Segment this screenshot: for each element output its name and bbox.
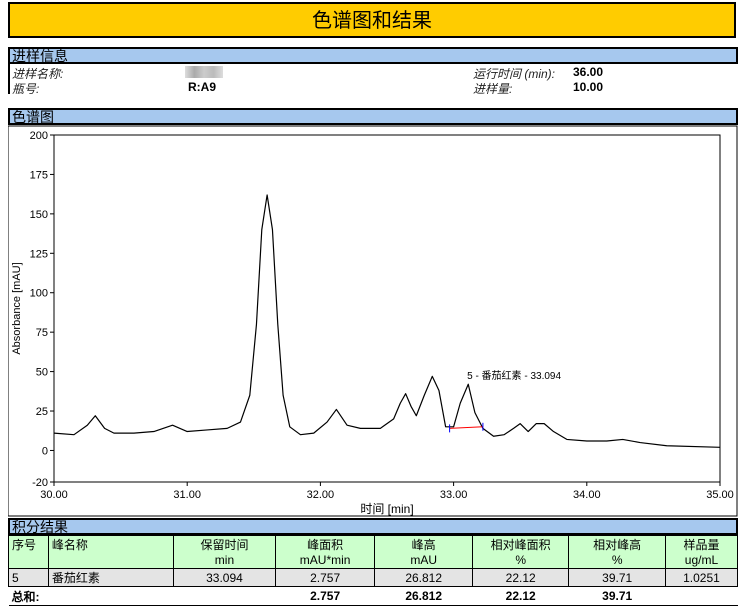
total-cell: 总和: — [8, 586, 49, 606]
table-cell: 39.71 — [568, 568, 666, 587]
chromatogram-header: 色谱图 — [8, 108, 738, 125]
volume-value: 10.00 — [573, 80, 604, 94]
column-header: 峰高 — [374, 535, 473, 553]
y-tick-label: 150 — [30, 209, 48, 221]
table-cell: 22.12 — [471, 568, 570, 587]
column-header: 保留时间 — [173, 535, 276, 553]
x-tick-label: 32.00 — [307, 489, 335, 501]
total-cell: 39.71 — [568, 586, 666, 606]
column-header — [8, 553, 49, 569]
total-cell — [173, 586, 276, 606]
column-header: min — [173, 553, 276, 569]
column-header: 样品量 — [664, 535, 739, 553]
report: 色谱图和结果 进样信息 进样名称: 瓶号: R:A9 运行时间 (min): 3… — [0, 0, 746, 610]
table-cell: 2.757 — [274, 568, 376, 587]
column-header: 相对峰高 — [568, 535, 666, 553]
table-cell: 5 — [8, 568, 49, 587]
table-cell: 番茄红素 — [47, 568, 175, 587]
total-row: 总和: 2.757 26.812 22.12 39.71 — [8, 586, 738, 606]
column-header: 峰面积 — [274, 535, 376, 553]
total-cell: 26.812 — [374, 586, 473, 606]
y-tick-label: 25 — [36, 406, 48, 418]
total-cell: 22.12 — [472, 586, 569, 606]
volume-label: 进样量: — [473, 82, 513, 96]
blurred-sample-name — [185, 66, 223, 78]
column-header: mAU*min — [274, 553, 376, 569]
table-cell: 26.812 — [374, 568, 473, 587]
table-cell: 1.0251 — [664, 568, 739, 587]
y-tick-label: 75 — [36, 327, 48, 339]
chromatogram: 30.00 31.00 32.00 33.00 34.00 35.00 -20 0 25 50 75… — [8, 125, 738, 517]
vial-label: 瓶号: — [12, 82, 40, 96]
vial-value: R:A9 — [188, 80, 217, 94]
table-row: 5 番茄红素 33.094 2.757 26.812 22.12 39.71 1.0251 — [8, 568, 739, 587]
y-tick-label: 175 — [30, 169, 48, 181]
column-header: % — [568, 553, 666, 569]
column-header: % — [471, 553, 570, 569]
total-cell: 2.757 — [275, 586, 375, 606]
y-tick-label: 125 — [30, 248, 48, 260]
y-tick-label: 100 — [30, 288, 48, 300]
total-cell — [665, 586, 738, 606]
x-axis-label: 时间 [min] — [360, 502, 413, 516]
sample-info-header: 进样信息 — [8, 47, 738, 64]
column-header: ug/mL — [664, 553, 739, 569]
column-header: mAU — [374, 553, 473, 569]
x-tick-label: 33.00 — [440, 489, 468, 501]
chart-frame — [8, 125, 738, 517]
x-tick-label: 30.00 — [40, 489, 68, 501]
column-header: 相对峰面积 — [471, 535, 570, 553]
x-tick-label: 35.00 — [706, 489, 734, 501]
column-header: 序号 — [8, 535, 49, 553]
peak-baseline — [449, 426, 483, 429]
y-axis-label: Absorbance [mAU] — [11, 262, 23, 354]
chromatogram-trace — [53, 194, 721, 448]
column-header — [47, 553, 175, 569]
plot-area — [53, 134, 721, 483]
table-cell: 33.094 — [173, 568, 276, 587]
y-tick-label: 200 — [30, 130, 48, 142]
peak-annotation: 5 - 番茄红素 - 33.094 — [467, 369, 561, 382]
runtime-value: 36.00 — [573, 65, 604, 79]
report-title: 色谱图和结果 — [8, 2, 736, 38]
x-tick-label: 34.00 — [573, 489, 601, 501]
column-header: 峰名称 — [47, 535, 175, 553]
y-tick-label: -20 — [32, 477, 48, 489]
x-tick-label: 31.00 — [173, 489, 201, 501]
y-tick-label: 0 — [42, 445, 48, 457]
results-table: 序号 峰名称 保留时间 峰面积 峰高 相对峰面积 相对峰高 样品量 min mAU*min mAU%… — [8, 535, 739, 606]
y-tick-label: 50 — [36, 367, 48, 379]
results-header: 积分结果 — [8, 518, 738, 535]
total-cell — [48, 586, 174, 606]
